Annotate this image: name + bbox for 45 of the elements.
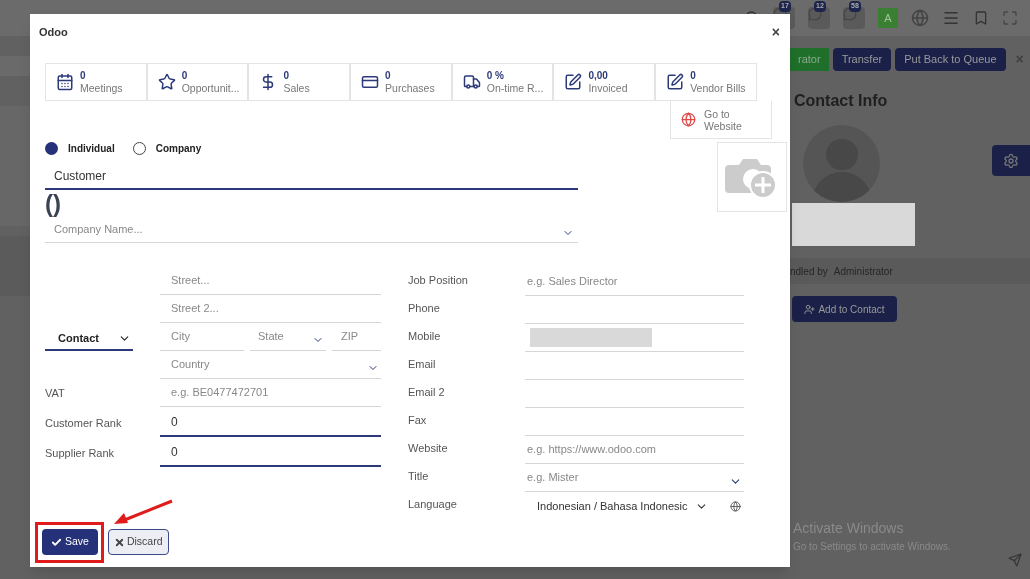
queue-button[interactable]: Put Back to Queue [895, 48, 1006, 71]
field-label: Language [408, 497, 458, 512]
discard-button[interactable]: Discard [107, 529, 169, 555]
add-to-contact-button[interactable]: Add to Contact [792, 296, 897, 322]
panel-title: Contact Info [794, 91, 889, 111]
field-label: Fax [408, 413, 428, 428]
field-label: Supplier Rank [45, 446, 116, 461]
input-field[interactable]: e.g. Sales Director [525, 273, 744, 290]
input-field[interactable]: City [160, 328, 244, 345]
field-label: Phone [408, 301, 441, 316]
website-button[interactable]: Go to Website [670, 101, 772, 139]
radio-label: Individual [68, 142, 115, 156]
input-field[interactable]: e.g. BE0477472701 [160, 384, 381, 401]
stat-button[interactable]: 0 Vendor Bills [655, 63, 757, 101]
transfer-button[interactable]: Transfer [832, 48, 892, 71]
field-label: VAT [45, 386, 66, 401]
company-field[interactable]: Company Name... [45, 221, 562, 238]
parentheses-text: () [45, 191, 62, 217]
stat-button[interactable]: 0 Sales [248, 63, 351, 101]
address-type-select[interactable]: Contact [45, 327, 133, 351]
field-label: Email 2 [408, 385, 446, 400]
field-label: Title [408, 469, 430, 484]
input-field[interactable]: e.g. Mister [525, 467, 744, 488]
stat-button[interactable]: 0 Purchases [350, 63, 452, 101]
field-label: Customer Rank [45, 416, 123, 431]
input-field[interactable]: Street 2... [160, 300, 381, 317]
name-field[interactable]: Customer [45, 164, 578, 190]
input-field[interactable]: ZIP [332, 328, 381, 345]
radio-label: Company [155, 142, 202, 156]
field-label: Website [408, 441, 449, 456]
language-select[interactable]: Indonesian / Bahasa Indonesic [525, 497, 721, 515]
stat-button[interactable]: 0,00 Invoiced [553, 63, 656, 101]
stat-button[interactable]: 0 Opportunit... [146, 63, 249, 101]
dialog-title: Odoo [39, 25, 68, 41]
state-select[interactable]: State [250, 327, 326, 346]
input-field[interactable]: Street... [160, 272, 381, 289]
close-button[interactable]: × [771, 22, 780, 43]
field-label: Mobile [408, 329, 442, 344]
input-field[interactable]: e.g. https://www.odoo.com [525, 441, 744, 458]
stat-button[interactable]: 0 % On-time R... [451, 63, 554, 101]
country-select[interactable]: Country [160, 355, 381, 374]
field-label: Email [408, 357, 437, 372]
save-button[interactable]: Save [42, 529, 98, 555]
field-label: Job Position [408, 273, 469, 288]
stat-button[interactable]: 0 Meetings [45, 63, 147, 101]
